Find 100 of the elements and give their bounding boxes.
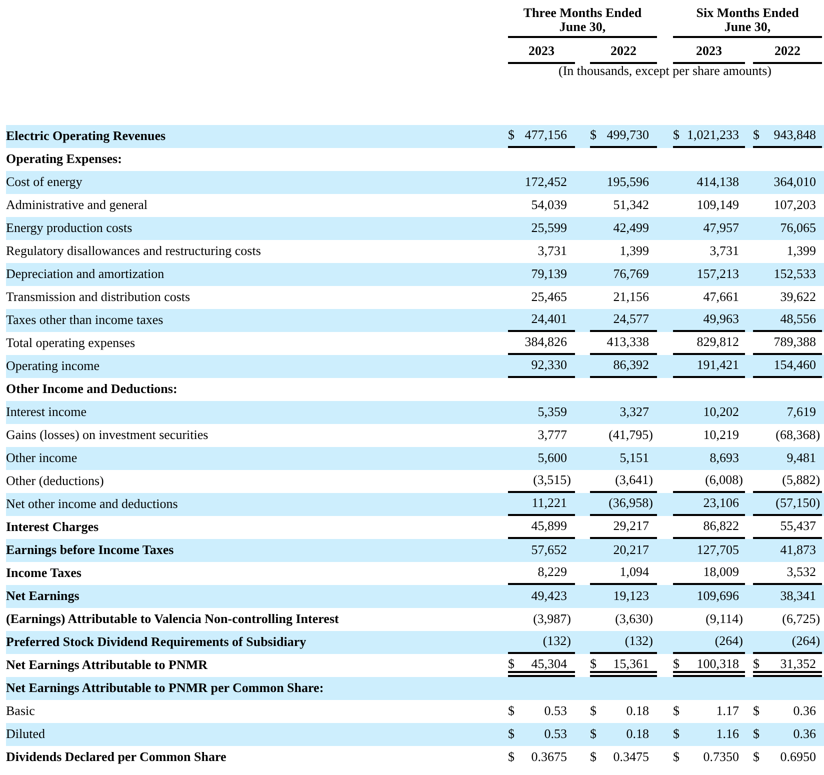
amount-value: 0.3475 <box>613 750 650 764</box>
line-item-label: Electric Operating Revenues <box>6 128 166 143</box>
amount-value: (36,958) <box>608 496 654 510</box>
line-item-label: Energy production costs <box>6 220 132 235</box>
amount-value: 109,149 <box>696 198 740 212</box>
amount-value: 3,327 <box>620 404 650 420</box>
dollar-sign: $ <box>753 128 760 142</box>
amount-value: (9,114) <box>706 612 744 626</box>
amount-value: 25,465 <box>531 290 567 304</box>
amount-value: (3,641) <box>615 472 654 488</box>
amount-value: 3,731 <box>538 244 567 258</box>
line-item-label: Gains (losses) on investment securities <box>6 426 208 442</box>
line-item-label: Net Earnings <box>6 588 80 603</box>
amount-value: 29,217 <box>613 518 650 534</box>
line-item-label: Taxes other than income taxes <box>6 312 164 327</box>
amount-value: 8,229 <box>538 564 567 580</box>
dollar-sign: $ <box>673 128 680 142</box>
line-item-label: Preferred Stock Dividend Requirements of Subsidiary <box>6 634 306 649</box>
amount-value: 152,533 <box>774 266 816 282</box>
amount-value: (3,630) <box>615 612 654 626</box>
dollar-sign: $ <box>590 704 596 718</box>
dollar-sign: $ <box>673 656 680 672</box>
amount-value: (264) <box>714 634 744 648</box>
amount-value: 10,202 <box>703 404 740 420</box>
dollar-sign: $ <box>673 704 680 718</box>
year-heading: 2022 <box>590 42 658 64</box>
amount-value: 25,599 <box>531 220 567 236</box>
amount-value: 15,361 <box>613 656 650 672</box>
amount-value: 0.18 <box>626 726 650 742</box>
amount-value: 499,730 <box>606 128 650 142</box>
amount-value: 47,957 <box>703 220 740 236</box>
amount-value: 9,481 <box>786 450 816 466</box>
amount-value: 0.36 <box>793 726 816 742</box>
amount-value: 195,596 <box>606 174 650 190</box>
line-item-label: Net Earnings Attributable to PNMR <box>6 656 208 672</box>
line-item-label: Earnings before Income Taxes <box>6 542 174 557</box>
dollar-sign: $ <box>590 726 596 742</box>
amount-value: 79,139 <box>531 266 567 282</box>
amount-value: (6,725) <box>782 612 820 626</box>
amount-value: 42,499 <box>613 220 650 236</box>
amount-value: 0.18 <box>626 704 650 718</box>
dollar-sign: $ <box>508 750 514 764</box>
amount-value: 1,094 <box>620 564 650 580</box>
dollar-sign: $ <box>753 704 760 718</box>
amount-value: 11,221 <box>532 496 567 510</box>
amount-value: 57,652 <box>531 542 567 558</box>
line-item-label: Interest Charges <box>6 518 99 534</box>
amount-value: 76,065 <box>780 220 816 236</box>
amount-value: 86,392 <box>613 358 650 372</box>
amount-value: (264) <box>792 634 820 648</box>
amount-value: 20,217 <box>613 542 650 558</box>
amount-value: (3,515) <box>533 472 571 488</box>
line-item-label: Transmission and distribution costs <box>6 288 190 304</box>
amount-value: 54,039 <box>531 198 567 212</box>
year-heading: 2023 <box>673 42 746 64</box>
amount-value: 86,822 <box>703 518 740 534</box>
dollar-sign: $ <box>590 750 596 764</box>
amount-value: 92,330 <box>531 358 567 372</box>
amount-value: 19,123 <box>613 588 650 604</box>
line-item-label: Other Income and Deductions: <box>6 380 178 396</box>
amount-value: 7,619 <box>786 404 816 420</box>
amount-value: (132) <box>542 634 571 648</box>
line-item-label: Total operating expenses <box>6 334 136 350</box>
amount-value: 1,021,233 <box>687 128 740 142</box>
amount-value: 3,532 <box>786 564 816 580</box>
amount-value: 24,401 <box>531 312 567 326</box>
amount-value: 49,963 <box>703 312 740 326</box>
amount-value: 5,151 <box>620 450 650 466</box>
amount-value: 943,848 <box>774 128 816 142</box>
amount-value: 157,213 <box>696 266 740 282</box>
dollar-sign: $ <box>590 128 596 142</box>
amount-value: 0.36 <box>793 704 816 718</box>
amount-value: 107,203 <box>774 198 816 212</box>
amount-value: 0.6950 <box>780 750 816 764</box>
amount-value: 0.3675 <box>531 750 567 764</box>
amount-value: (132) <box>624 634 654 648</box>
amount-value: 0.53 <box>544 704 567 718</box>
year-heading: 2023 <box>508 42 575 64</box>
amount-value: 384,826 <box>524 334 567 350</box>
amount-value: 55,437 <box>780 518 816 534</box>
amount-value: 24,577 <box>613 312 650 326</box>
line-item-label: Dividends Declared per Common Share <box>6 748 226 764</box>
amount-value: 41,873 <box>780 542 816 558</box>
amount-value: 364,010 <box>774 174 816 190</box>
line-item-label: Net other income and deductions <box>6 496 178 511</box>
amount-value: 45,304 <box>531 656 567 672</box>
amount-value: 0.53 <box>544 726 567 742</box>
amount-value: 3,777 <box>538 428 567 442</box>
amount-value: 109,696 <box>696 588 740 604</box>
amount-value: 1.16 <box>716 726 740 742</box>
dollar-sign: $ <box>753 726 760 742</box>
amount-value: 21,156 <box>613 290 650 304</box>
line-item-label: Operating Expenses: <box>6 150 122 166</box>
amount-value: 3,731 <box>710 244 740 258</box>
line-item-label: Basic <box>6 702 35 718</box>
amount-value: (5,882) <box>782 472 820 488</box>
amount-value: 31,352 <box>780 656 816 672</box>
line-item-label: Other (deductions) <box>6 472 104 488</box>
line-item-label: Operating income <box>6 358 100 373</box>
dollar-sign: $ <box>753 750 760 764</box>
